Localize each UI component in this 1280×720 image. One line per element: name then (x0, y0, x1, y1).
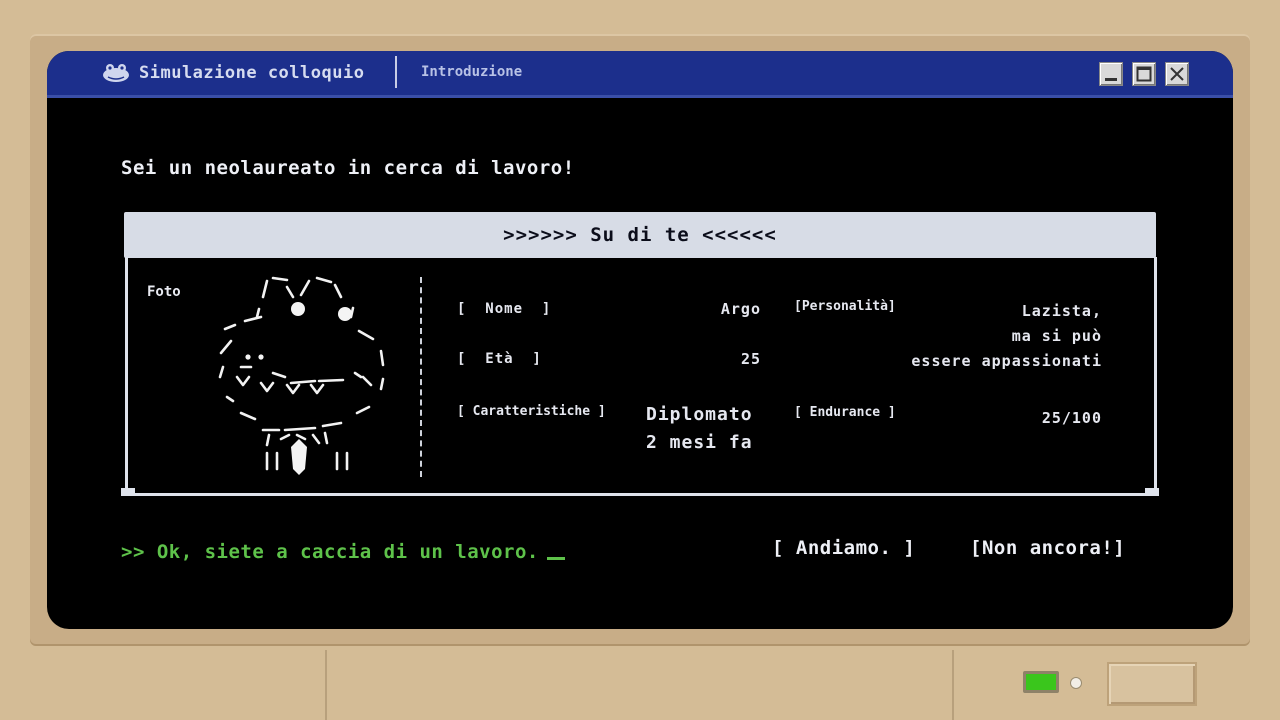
prompt-text: >> Ok, siete a caccia di un lavoro. (121, 541, 539, 563)
name-label: [ Nome ] (457, 301, 552, 317)
led-light (1026, 674, 1056, 690)
case-seam-right (952, 650, 954, 720)
text-cursor (546, 557, 565, 560)
maximize-icon (1136, 66, 1152, 82)
panel-header-text: >>>>>> Su di te <<<<<< (503, 224, 777, 246)
age-label: [ Età ] (457, 351, 542, 367)
personality-value-line1: Lazista, (1021, 302, 1102, 320)
dialog-prompt: >> Ok, siete a caccia di un lavoro. (121, 541, 565, 563)
panel-divider (420, 277, 422, 477)
power-button[interactable] (1107, 662, 1197, 706)
age-value: 25 (740, 350, 761, 368)
close-button[interactable] (1165, 62, 1189, 86)
maximize-button[interactable] (1132, 62, 1156, 86)
title-separator (395, 56, 397, 88)
endurance-label: [ Endurance ] (794, 405, 896, 420)
panel-corner-right (1145, 488, 1159, 496)
traits-label: [ Caratteristiche ] (457, 404, 606, 419)
frog-icon (103, 64, 129, 82)
panel-header: >>>>>> Su di te <<<<<< (124, 212, 1156, 258)
frog-avatar (218, 276, 385, 475)
tab-introduzione[interactable]: Introduzione (421, 64, 522, 80)
screen: Simulazione colloquio Introduzione Sei u… (47, 51, 1233, 629)
non-ancora-button[interactable]: [Non ancora!] (970, 537, 1125, 559)
traits-value-line1: Diplomato (646, 404, 753, 425)
case-seam-left (325, 650, 327, 720)
minimize-button[interactable] (1099, 62, 1123, 86)
panel-corner-left (121, 488, 135, 496)
power-led (1023, 671, 1059, 693)
minimize-icon (1105, 78, 1117, 81)
title-bar: Simulazione colloquio Introduzione (47, 51, 1233, 98)
personality-value-line3: essere appassionati (911, 352, 1102, 370)
andiamo-button[interactable]: [ Andiamo. ] (772, 537, 915, 559)
endurance-value: 25/100 (1041, 409, 1102, 427)
traits-value-line2: 2 mesi fa (646, 432, 753, 453)
indicator-knob (1070, 677, 1082, 689)
personality-value-line2: ma si può (1011, 327, 1102, 345)
close-icon (1170, 67, 1184, 81)
window-title: Simulazione colloquio (139, 63, 365, 83)
name-value: Argo (720, 300, 761, 318)
intro-text: Sei un neolaureato in cerca di lavoro! (121, 157, 575, 179)
